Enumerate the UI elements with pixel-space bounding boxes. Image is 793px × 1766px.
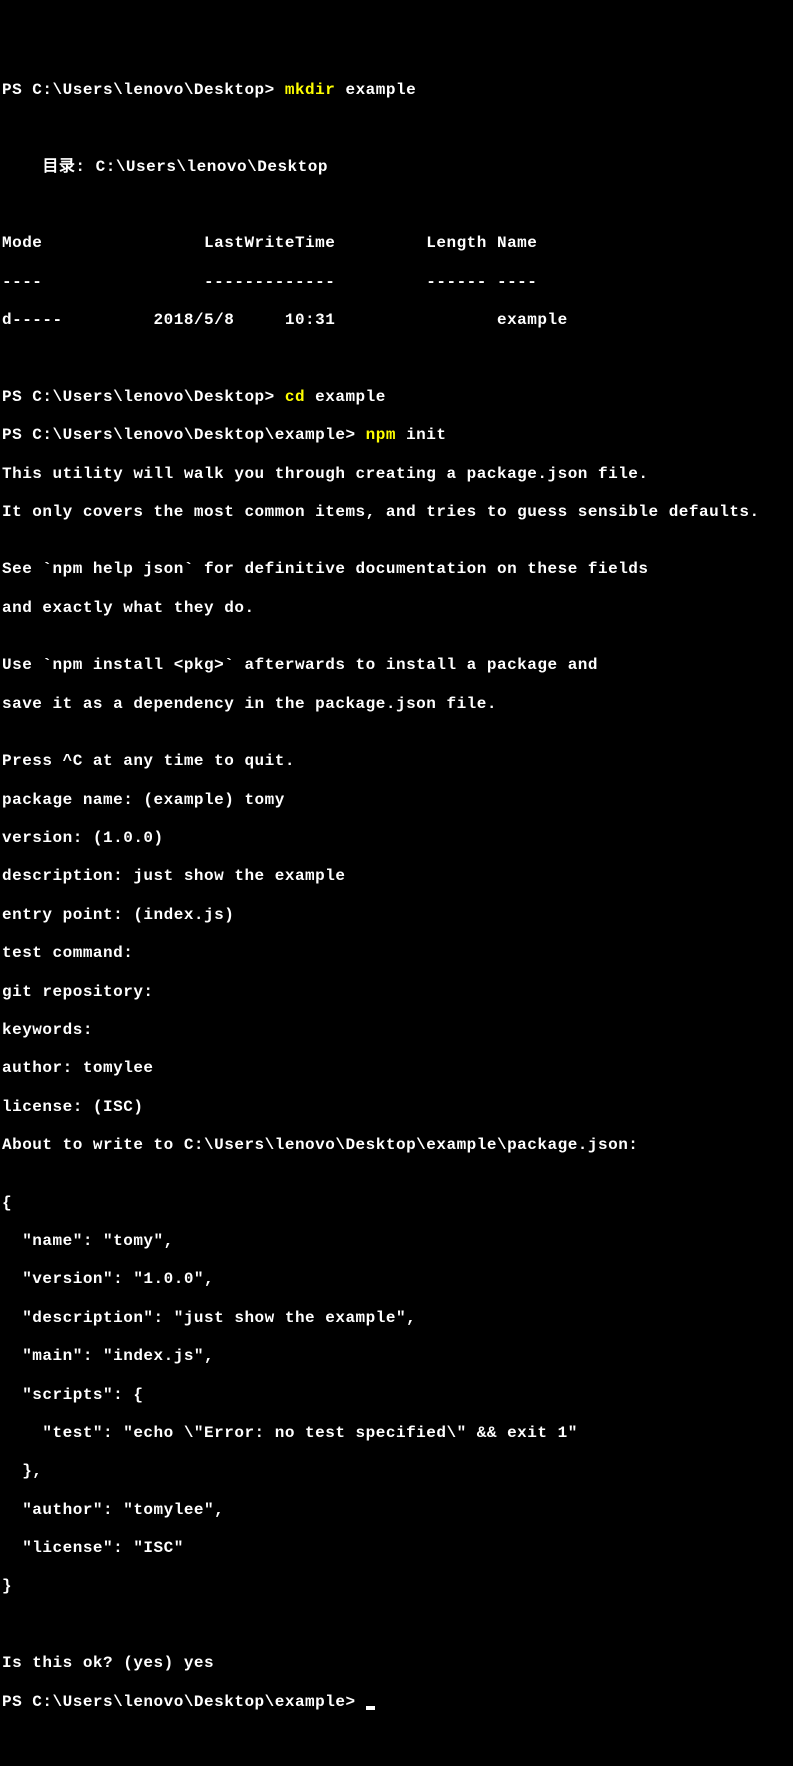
json-line: "name": "tomy",: [2, 1232, 791, 1251]
prompt-entry-point[interactable]: entry point: (index.js): [2, 906, 791, 925]
prompt-keywords[interactable]: keywords:: [2, 1021, 791, 1040]
prompt-is-ok[interactable]: Is this ok? (yes) yes: [2, 1654, 791, 1673]
cursor-icon: [366, 1706, 375, 1710]
table-header-divider: ---- ------------- ------ ----: [2, 273, 791, 292]
output-line: Press ^C at any time to quit.: [2, 752, 791, 771]
prompt-test-command[interactable]: test command:: [2, 944, 791, 963]
prompt-license[interactable]: license: (ISC): [2, 1098, 791, 1117]
cmd-npm: npm: [366, 426, 396, 444]
json-line: "main": "index.js",: [2, 1347, 791, 1366]
json-line: "license": "ISC": [2, 1539, 791, 1558]
prompt-package-name[interactable]: package name: (example) tomy: [2, 791, 791, 810]
table-row: d----- 2018/5/8 10:31 example: [2, 311, 791, 330]
output-line: See `npm help json` for definitive docum…: [2, 560, 791, 579]
prompt-description[interactable]: description: just show the example: [2, 867, 791, 886]
output-line: This utility will walk you through creat…: [2, 465, 791, 484]
output-line: Use `npm install <pkg>` afterwards to in…: [2, 656, 791, 675]
prompt-version[interactable]: version: (1.0.0): [2, 829, 791, 848]
json-line: "test": "echo \"Error: no test specified…: [2, 1424, 791, 1443]
cmd-line-4[interactable]: PS C:\Users\lenovo\Desktop\example>: [2, 1693, 791, 1712]
prompt-author[interactable]: author: tomylee: [2, 1059, 791, 1078]
json-line: "version": "1.0.0",: [2, 1270, 791, 1289]
json-line: "author": "tomylee",: [2, 1501, 791, 1520]
arg-cd: example: [305, 388, 386, 406]
cmd-cd: cd: [285, 388, 305, 406]
cmd-line-3[interactable]: PS C:\Users\lenovo\Desktop\example> npm …: [2, 426, 791, 445]
prompt-3: PS C:\Users\lenovo\Desktop\example>: [2, 426, 366, 444]
cmd-mkdir: mkdir: [285, 81, 336, 99]
cmd-line-1[interactable]: PS C:\Users\lenovo\Desktop> mkdir exampl…: [2, 81, 791, 100]
table-header: Mode LastWriteTime Length Name: [2, 234, 791, 253]
prompt-1: PS C:\Users\lenovo\Desktop>: [2, 81, 285, 99]
output-line: and exactly what they do.: [2, 599, 791, 618]
output-line: It only covers the most common items, an…: [2, 503, 791, 522]
output-line: save it as a dependency in the package.j…: [2, 695, 791, 714]
prompt-git-repository[interactable]: git repository:: [2, 983, 791, 1002]
arg-mkdir: example: [335, 81, 416, 99]
prompt-4: PS C:\Users\lenovo\Desktop\example>: [2, 1693, 366, 1711]
arg-npm: init: [396, 426, 447, 444]
json-line: }: [2, 1577, 791, 1596]
json-line: "description": "just show the example",: [2, 1309, 791, 1328]
json-line: {: [2, 1194, 791, 1213]
directory-label: 目录: C:\Users\lenovo\Desktop: [2, 158, 791, 177]
prompt-2: PS C:\Users\lenovo\Desktop>: [2, 388, 285, 406]
json-line: },: [2, 1462, 791, 1481]
cmd-line-2[interactable]: PS C:\Users\lenovo\Desktop> cd example: [2, 388, 791, 407]
output-line: About to write to C:\Users\lenovo\Deskto…: [2, 1136, 791, 1155]
json-line: "scripts": {: [2, 1386, 791, 1405]
